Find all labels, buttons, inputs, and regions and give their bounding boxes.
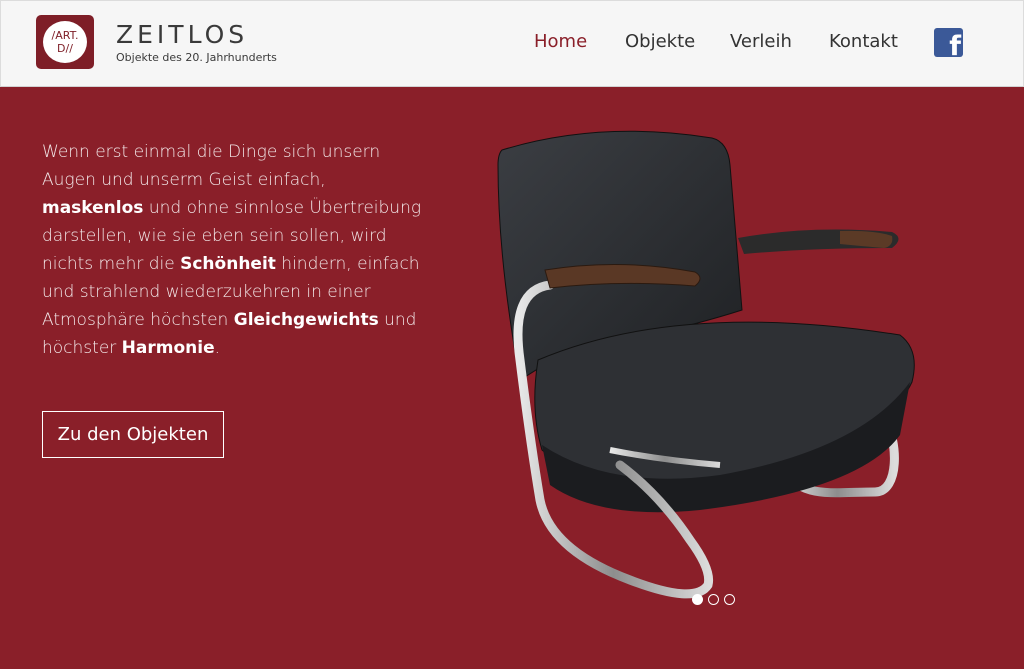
nav-item-home[interactable]: Home (534, 31, 587, 52)
site-header: /ART. D// ZEITLOS Objekte des 20. Jahrhu… (0, 0, 1024, 87)
facebook-icon[interactable]: f (934, 28, 963, 57)
intro-emphasis: Harmonie (121, 338, 215, 358)
slider-dot-1[interactable] (692, 594, 703, 605)
slider-dot-3[interactable] (724, 594, 735, 605)
intro-emphasis: maskenlos (42, 198, 144, 218)
hero-intro-text: Wenn erst einmal die Dinge sich unsern A… (42, 138, 422, 362)
brand-name[interactable]: ZEITLOS (116, 20, 248, 49)
zu-den-objekten-button[interactable]: Zu den Objekten (42, 411, 224, 458)
brand-tagline: Objekte des 20. Jahrhunderts (116, 51, 277, 64)
nav-item-kontakt[interactable]: Kontakt (829, 31, 898, 52)
slider-dot-2[interactable] (708, 594, 719, 605)
logo-circle: /ART. D// (43, 21, 87, 63)
nav-item-objekte[interactable]: Objekte (625, 31, 695, 52)
logo[interactable]: /ART. D// (36, 15, 94, 69)
lounge-chair-image (497, 130, 915, 599)
intro-emphasis: Schönheit (180, 254, 276, 274)
intro-text-part: Wenn erst einmal die Dinge sich unsern A… (42, 142, 381, 190)
intro-emphasis: Gleichgewichts (233, 310, 379, 330)
nav-item-verleih[interactable]: Verleih (730, 31, 792, 52)
facebook-glyph: f (949, 31, 961, 57)
intro-text-part: . (214, 338, 221, 358)
logo-line-2: D// (57, 42, 73, 55)
logo-line-1: /ART. (51, 29, 79, 42)
